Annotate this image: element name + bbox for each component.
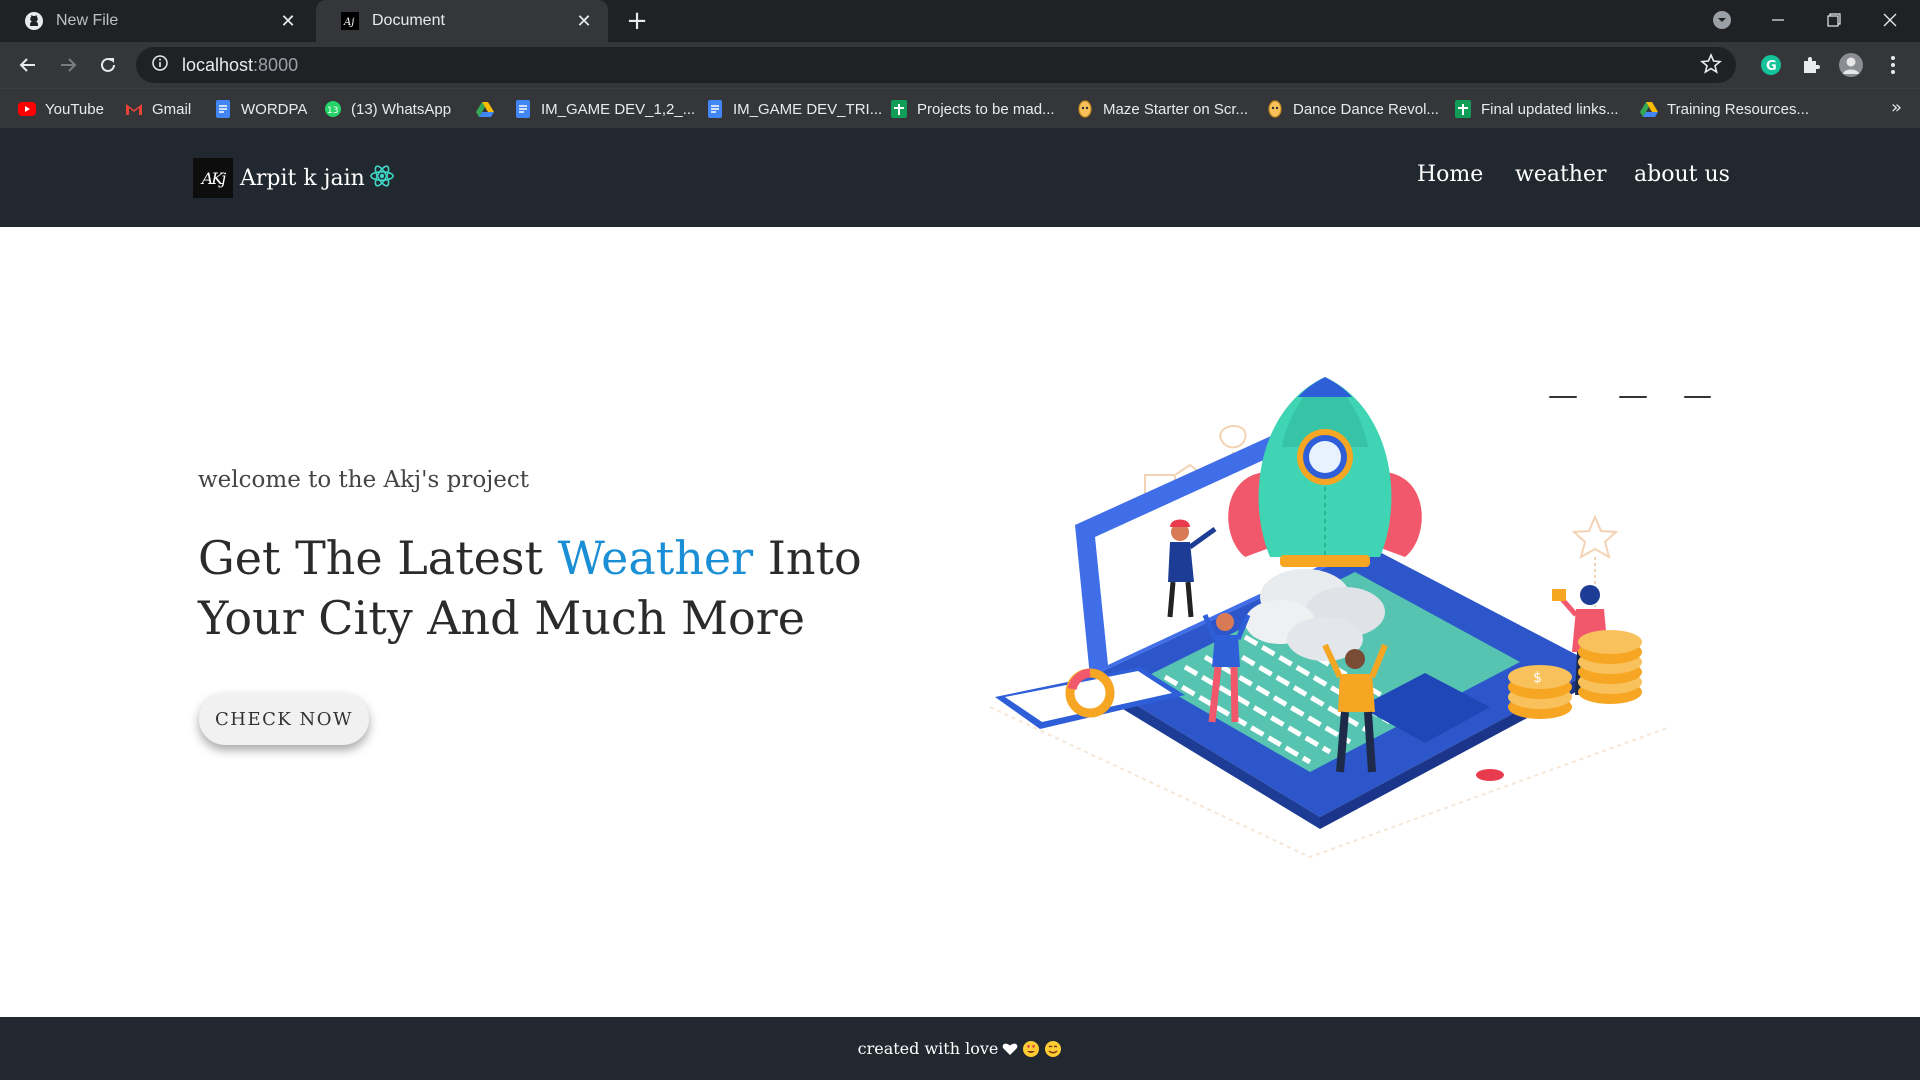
extensions-puzzle-icon[interactable] xyxy=(1796,50,1826,80)
browser-chrome: New File ✕ Aj Document ✕ + localhost:80… xyxy=(0,0,1920,128)
docs-icon xyxy=(514,100,532,118)
tab-title: Document xyxy=(372,12,445,29)
sheets-icon xyxy=(890,100,908,118)
scratch-icon xyxy=(1076,100,1094,118)
bookmark-label: IM_GAME DEV_TRI... xyxy=(733,100,883,118)
bookmark-imgamedev-12[interactable]: IM_GAME DEV_1,2_... xyxy=(514,89,695,129)
close-tab-icon[interactable]: ✕ xyxy=(278,11,298,31)
welcome-text: welcome to the Akj's project xyxy=(198,467,530,493)
headline-part-1: Get The Latest xyxy=(198,531,558,585)
profile-avatar-icon[interactable] xyxy=(1836,50,1866,80)
bookmark-maze-starter[interactable]: Maze Starter on Scr... xyxy=(1076,89,1248,129)
check-now-button[interactable]: CHECK NOW xyxy=(199,693,369,745)
address-bar[interactable]: localhost:8000 xyxy=(136,47,1736,83)
hero-section: welcome to the Akj's project Get The Lat… xyxy=(0,227,1920,1017)
address-port: :8000 xyxy=(253,54,299,75)
sheets-icon xyxy=(1454,100,1472,118)
tab-strip: New File ✕ Aj Document ✕ + xyxy=(0,0,1920,42)
reload-icon[interactable] xyxy=(92,49,124,81)
close-window-icon[interactable] xyxy=(1862,0,1918,40)
svg-text:13: 13 xyxy=(327,106,338,116)
bookmark-imgamedev-tri[interactable]: IM_GAME DEV_TRI... xyxy=(706,89,882,129)
new-tab-button[interactable]: + xyxy=(624,6,650,36)
grammarly-icon[interactable]: G xyxy=(1756,50,1786,80)
bookmark-label: (13) WhatsApp xyxy=(351,100,452,118)
bookmark-wordpa[interactable]: WORDPA xyxy=(214,89,307,129)
tab-search-icon[interactable] xyxy=(1694,0,1750,40)
bookmark-youtube[interactable]: YouTube xyxy=(18,89,104,129)
docs-icon xyxy=(214,100,232,118)
heart-icon xyxy=(1002,1042,1018,1056)
close-tab-icon[interactable]: ✕ xyxy=(574,11,594,31)
svg-text:$: $ xyxy=(1533,670,1542,686)
heart-eyes-emoji-icon xyxy=(1022,1040,1040,1058)
star-icon[interactable] xyxy=(1700,52,1722,80)
tab-document[interactable]: Aj Document ✕ xyxy=(316,0,608,42)
svg-text:G: G xyxy=(1766,59,1777,74)
bookmarks-overflow-icon[interactable]: » xyxy=(1891,97,1902,118)
restore-icon[interactable] xyxy=(1806,0,1862,40)
nav-links: Home weather about us xyxy=(0,162,1920,192)
whatsapp-icon: 13 xyxy=(324,100,342,118)
minimize-icon[interactable] xyxy=(1750,0,1806,40)
nav-link-weather[interactable]: weather xyxy=(1515,162,1607,187)
bookmark-dance-dance[interactable]: Dance Dance Revol... xyxy=(1266,89,1439,129)
smiling-emoji-icon xyxy=(1044,1040,1062,1058)
hero-headline: Get The Latest Weather Into Your City An… xyxy=(198,528,958,648)
forward-arrow-icon[interactable] xyxy=(52,49,84,81)
akj-favicon-icon: Aj xyxy=(340,11,360,31)
bookmark-label: Maze Starter on Scr... xyxy=(1103,100,1249,118)
site-navbar: AKj Arpit k jain Home weather about us xyxy=(0,128,1920,227)
bookmark-label: Gmail xyxy=(152,100,192,118)
bookmark-whatsapp[interactable]: 13 (13) WhatsApp xyxy=(324,89,451,129)
github-icon xyxy=(24,11,44,31)
bookmark-label: Final updated links... xyxy=(1481,100,1619,118)
tab-title: New File xyxy=(56,12,119,29)
rocket-laptop-illustration: $ xyxy=(989,377,1711,859)
browser-toolbar: localhost:8000 G xyxy=(0,42,1920,88)
bookmark-projects[interactable]: Projects to be mad... xyxy=(890,89,1055,129)
bookmark-label: Projects to be mad... xyxy=(917,100,1055,118)
info-icon[interactable] xyxy=(152,54,168,76)
back-arrow-icon[interactable] xyxy=(12,49,44,81)
bookmark-label: WORDPA xyxy=(241,100,308,118)
menu-kebab-icon[interactable] xyxy=(1878,50,1908,80)
tab-new-file[interactable]: New File ✕ xyxy=(0,0,312,42)
svg-text:Aj: Aj xyxy=(343,17,354,28)
nav-link-home[interactable]: Home xyxy=(1417,162,1483,187)
footer-text: created with love xyxy=(857,1039,999,1058)
docs-icon xyxy=(706,100,724,118)
headline-accent: Weather xyxy=(557,531,754,585)
address-host: localhost xyxy=(182,54,254,75)
nav-link-about-us[interactable]: about us xyxy=(1634,162,1730,187)
drive-icon xyxy=(1640,100,1658,118)
site-footer: created with love xyxy=(0,1017,1920,1080)
bookmark-label: Training Resources... xyxy=(1667,100,1810,118)
youtube-icon xyxy=(18,100,36,118)
bookmark-final-updated[interactable]: Final updated links... xyxy=(1454,89,1619,129)
bookmark-label: IM_GAME DEV_1,2_... xyxy=(541,100,696,118)
bookmark-drive[interactable] xyxy=(476,89,503,129)
bookmark-gmail[interactable]: Gmail xyxy=(125,89,191,129)
bookmark-training-resources[interactable]: Training Resources... xyxy=(1640,89,1809,129)
scratch-icon xyxy=(1266,100,1284,118)
gmail-icon xyxy=(125,100,143,118)
drive-icon xyxy=(476,100,494,118)
bookmark-label: Dance Dance Revol... xyxy=(1293,100,1439,118)
bookmark-label: YouTube xyxy=(45,100,104,118)
bookmarks-bar: YouTube Gmail WORDPA 13 (13) WhatsApp IM… xyxy=(0,88,1920,128)
